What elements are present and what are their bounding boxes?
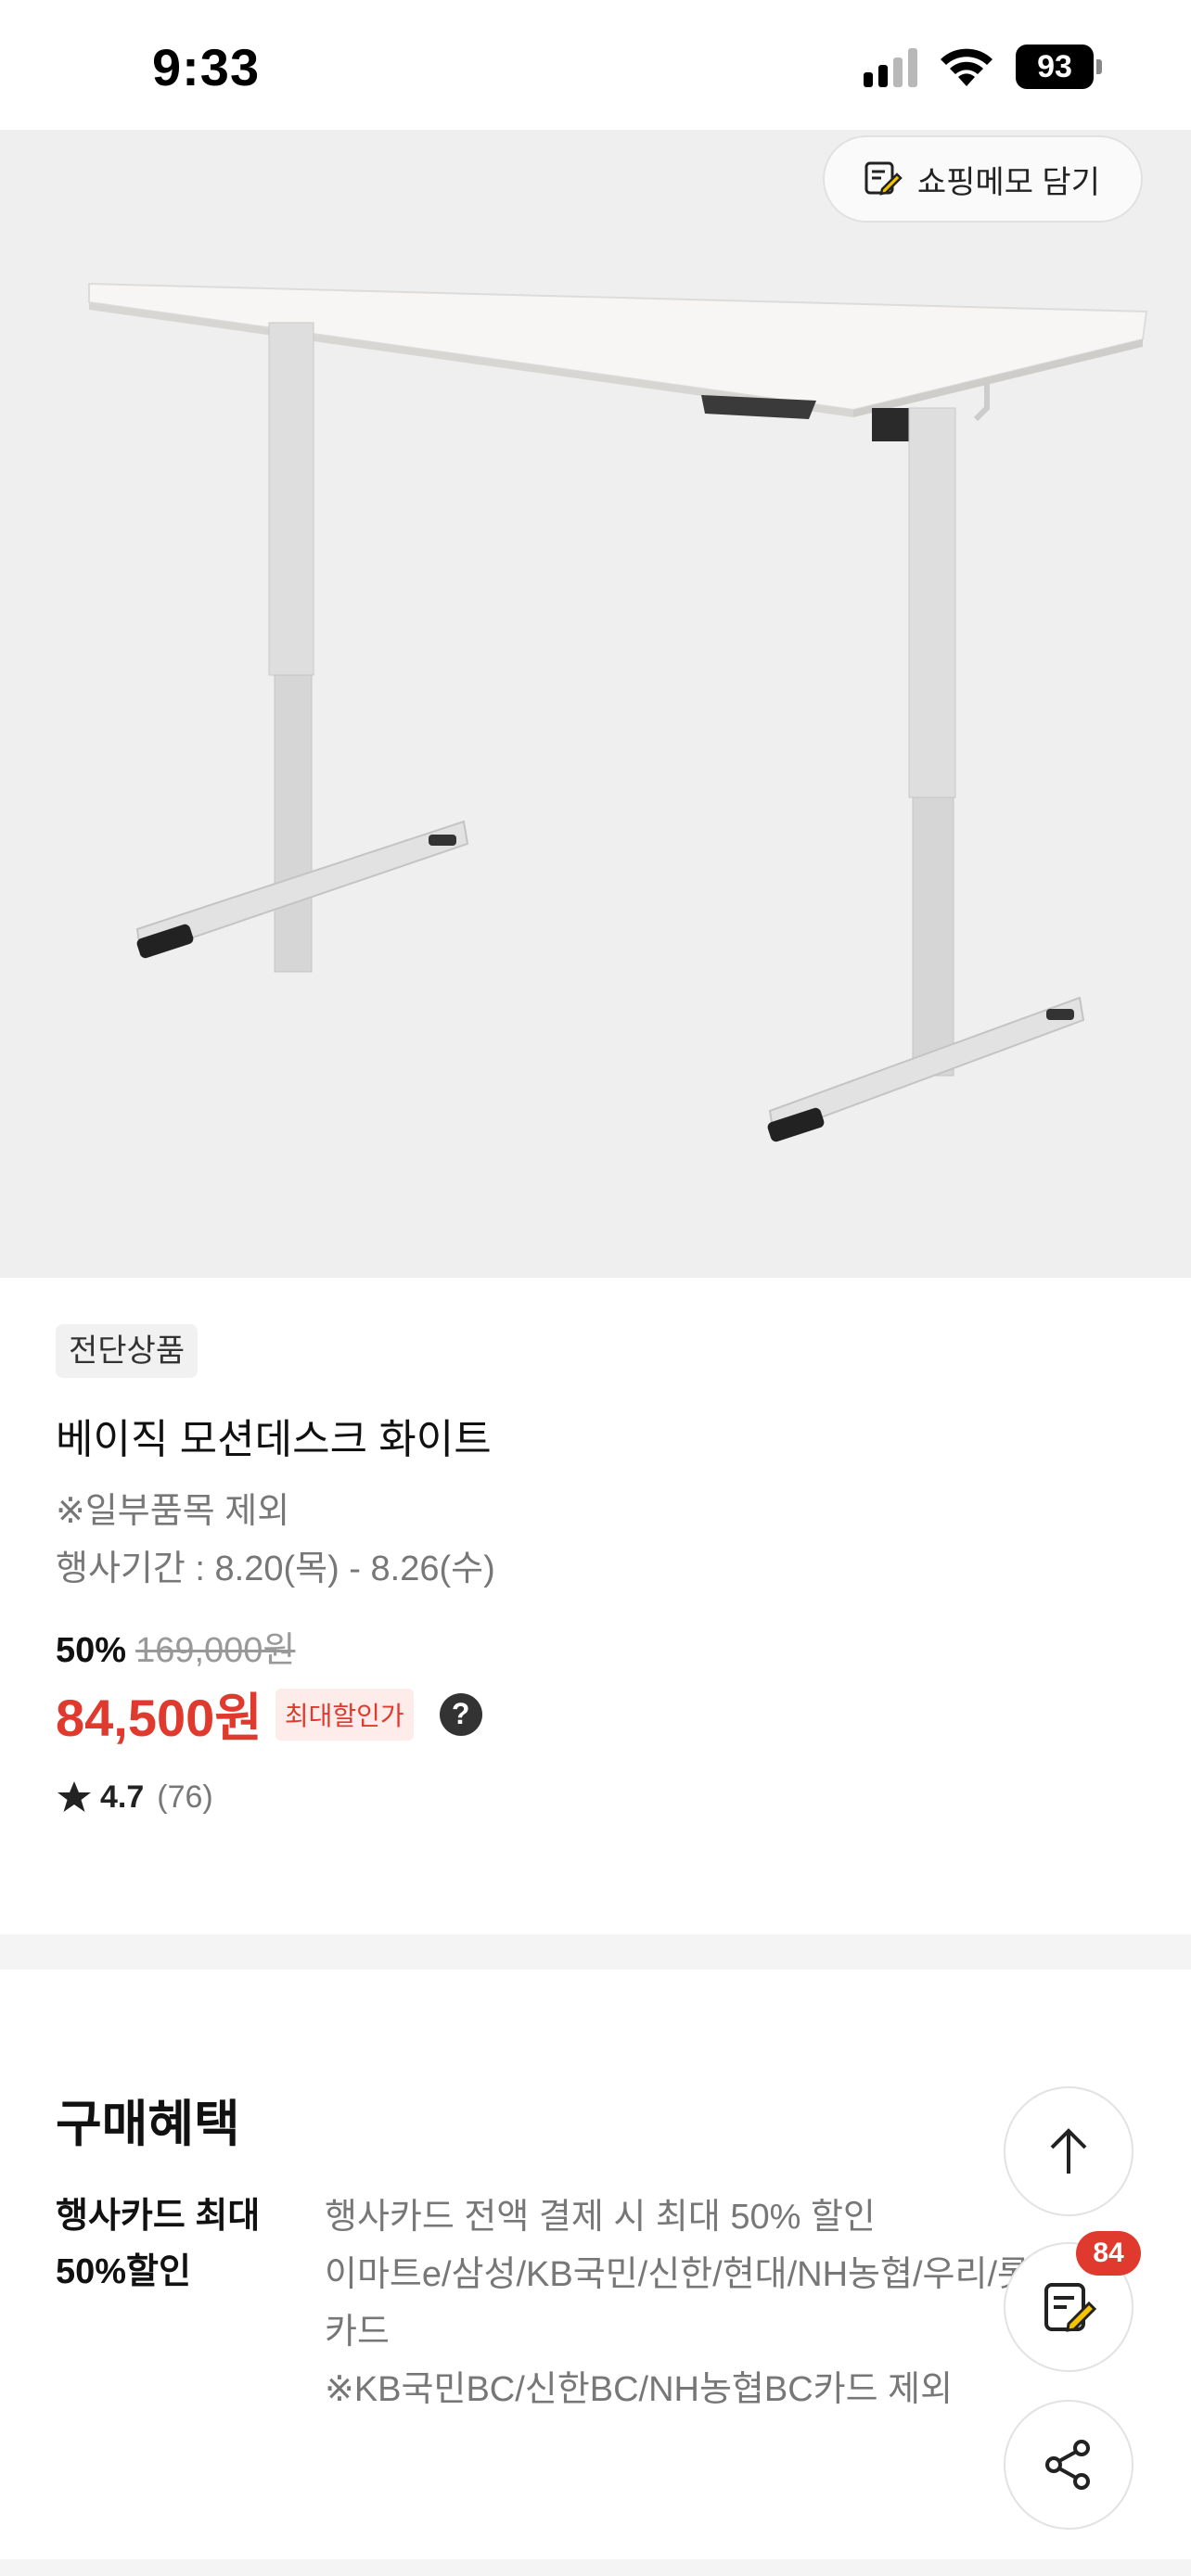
benefit-description: 행사카드 전액 결제 시 최대 50% 할인 이마트e/삼성/KB국민/신한/현… [325,2188,1085,2418]
product-note: ※일부품목 제외 [56,1492,290,1531]
memo-count-badge: 84 [1076,2231,1141,2276]
price-line: 84,500원 최대할인가 ? [56,1677,482,1752]
benefit-label: 행사카드 최대 50%할인 [56,2197,261,2291]
battery-level: 93 [1016,45,1094,89]
benefit-line: 행사카드 전액 결제 시 최대 50% 할인 [325,2198,876,2237]
share-icon [1045,2440,1090,2490]
discount-line: 50% 169,000원 [56,1621,295,1672]
status-time: 9:33 [152,38,261,96]
shopping-memo-label: 쇼핑메모 담기 [916,164,1100,200]
original-price: 169,000원 [135,1631,296,1670]
memo-pencil-icon [864,161,903,196]
product-title: 베이직 모션데스크 화이트 [56,1417,492,1462]
share-button[interactable] [1004,2400,1133,2530]
review-count: (76) [157,1779,213,1815]
scroll-top-button[interactable] [1004,2086,1133,2216]
shopping-memo-button[interactable]: 쇼핑메모 담기 [822,135,1143,223]
memo-icon [1044,2283,1097,2332]
status-icons: 93 [864,45,1102,89]
signal-icon [864,46,917,87]
battery-icon: 93 [1016,45,1102,89]
section-divider [0,1934,1191,1970]
product-image[interactable]: 쇼핑메모 담기 [0,130,1191,1278]
status-bar: 9:33 93 [0,0,1191,130]
memo-button[interactable]: 84 [1004,2231,1141,2372]
event-period: 행사기간 : 8.20(목) - 8.26(수) [56,1549,495,1588]
sale-price: 84,500원 [56,1689,263,1747]
star-icon [58,1781,91,1812]
discount-rate: 50% [56,1631,127,1670]
benefit-title: 구매혜택 [56,2097,240,2152]
bottom-divider [0,2559,1191,2576]
wifi-icon [941,48,992,86]
rating[interactable]: 4.7 (76) [56,1779,213,1816]
benefit-line: 카드 [325,2313,390,2352]
benefit-line: 이마트e/삼성/KB국민/신한/현대/NH농협/우리/롯데 [325,2255,1062,2294]
max-discount-badge: 최대할인가 [275,1688,414,1741]
desk-illustration [88,282,1148,1142]
help-icon[interactable]: ? [439,1692,482,1736]
arrow-up-icon [1050,2128,1087,2174]
rating-value: 4.7 [100,1779,145,1815]
benefit-line: ※KB국민BC/신한BC/NH농협BC카드 제외 [325,2370,954,2409]
flyer-product-badge: 전단상품 [56,1324,198,1378]
